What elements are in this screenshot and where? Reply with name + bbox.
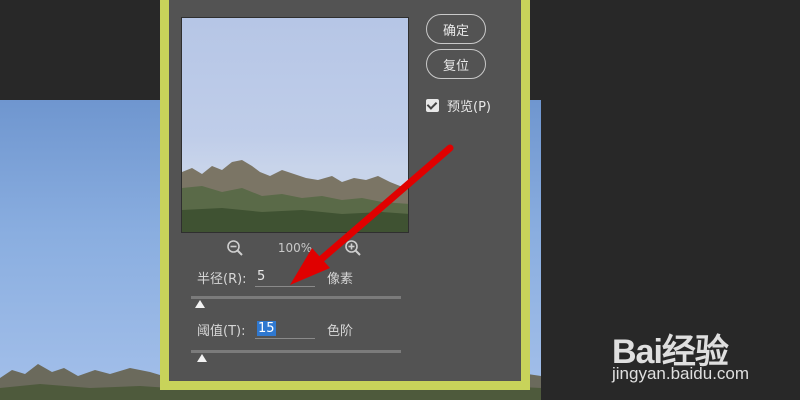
preview-checkbox-label: 预览(P) (447, 100, 491, 115)
radius-slider-thumb[interactable] (195, 300, 206, 308)
preview-image[interactable] (181, 17, 409, 233)
radius-slider[interactable] (191, 293, 401, 308)
threshold-slider-track (191, 350, 401, 353)
threshold-slider-thumb[interactable] (197, 354, 208, 362)
threshold-unit: 色阶 (327, 323, 354, 339)
threshold-value-selected: 15 (257, 321, 276, 336)
baidu-watermark: Bai经验 jingyan.baidu.com (612, 318, 792, 388)
preview-checkbox[interactable]: 预览(P) (426, 96, 491, 115)
zoom-in-icon[interactable] (344, 239, 362, 257)
checkbox-checked-icon[interactable] (426, 99, 439, 112)
filter-dialog: 100% 确定 复位 预览(P) 半径(R): 5 像素 阈值(T): 15 色… (160, 0, 530, 390)
watermark-url: jingyan.baidu.com (612, 364, 750, 383)
radius-input[interactable]: 5 (255, 267, 315, 287)
radius-slider-track (191, 296, 401, 299)
reset-button[interactable]: 复位 (426, 49, 486, 79)
threshold-label: 阈值(T): (197, 323, 246, 339)
zoom-level: 100% (277, 241, 313, 255)
ok-button[interactable]: 确定 (426, 14, 486, 44)
radius-row: 半径(R): 5 像素 (197, 267, 353, 287)
radius-label: 半径(R): (197, 271, 247, 287)
preview-mountains (182, 160, 408, 232)
radius-unit: 像素 (327, 271, 354, 287)
threshold-row: 阈值(T): 15 色阶 (197, 319, 353, 339)
threshold-input[interactable]: 15 (255, 319, 315, 339)
zoom-controls: 100% (181, 239, 409, 259)
threshold-slider[interactable] (191, 347, 401, 362)
dialog-body: 100% 确定 复位 预览(P) 半径(R): 5 像素 阈值(T): 15 色… (169, 0, 521, 381)
